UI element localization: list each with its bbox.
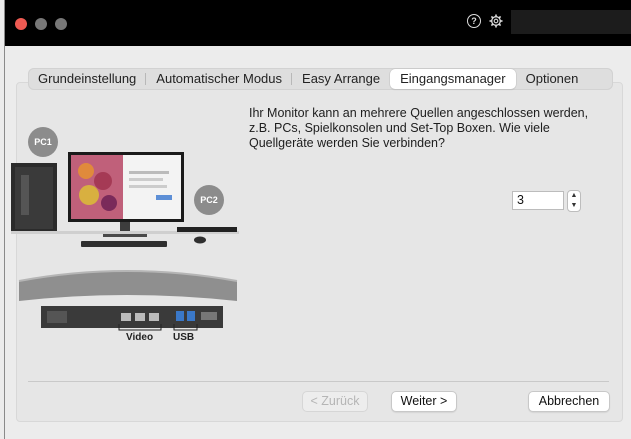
- titlebar-field: [511, 10, 631, 34]
- usb-port-label: USB: [173, 332, 195, 343]
- pc2-badge: PC2: [194, 185, 224, 215]
- intro-line: Ihr Monitor kann an mehrere Quellen ange…: [249, 106, 589, 120]
- tab-automatischer-modus[interactable]: Automatischer Modus: [146, 69, 292, 89]
- pc1-badge: PC1: [28, 127, 58, 157]
- tab-eingangsmanager[interactable]: Eingangsmanager: [390, 69, 516, 89]
- intro-line: Quellgeräte werden Sie verbinden?: [249, 136, 445, 150]
- back-button[interactable]: < Zurück: [302, 391, 368, 412]
- tab-bar: Grundeinstellung Automatischer Modus Eas…: [28, 68, 613, 90]
- cancel-button[interactable]: Abbrechen: [528, 391, 610, 412]
- close-window-button[interactable]: [15, 18, 27, 30]
- chevron-up-icon[interactable]: ▲: [568, 191, 580, 201]
- next-button[interactable]: Weiter >: [391, 391, 457, 412]
- connection-illustration: PC1 PC2 Video USB: [11, 123, 241, 348]
- footer-divider: [28, 381, 609, 382]
- gear-icon[interactable]: [489, 14, 503, 28]
- tab-grundeinstellung[interactable]: Grundeinstellung: [28, 69, 147, 89]
- source-count-input[interactable]: 3: [512, 191, 564, 210]
- intro-text: Ihr Monitor kann an mehrere Quellen ange…: [249, 106, 599, 151]
- title-bar: ?: [5, 0, 631, 46]
- question-circle-icon[interactable]: ?: [467, 14, 481, 28]
- source-count-stepper[interactable]: ▲ ▼: [567, 190, 581, 212]
- tab-easy-arrange[interactable]: Easy Arrange: [292, 69, 390, 89]
- minimize-window-button[interactable]: [35, 18, 47, 30]
- intro-line: z.B. PCs, Spielkonsolen und Set-Top Boxe…: [249, 121, 550, 135]
- tab-optionen[interactable]: Optionen: [516, 69, 589, 89]
- video-port-label: Video: [126, 332, 154, 343]
- chevron-down-icon[interactable]: ▼: [568, 201, 580, 211]
- maximize-window-button[interactable]: [55, 18, 67, 30]
